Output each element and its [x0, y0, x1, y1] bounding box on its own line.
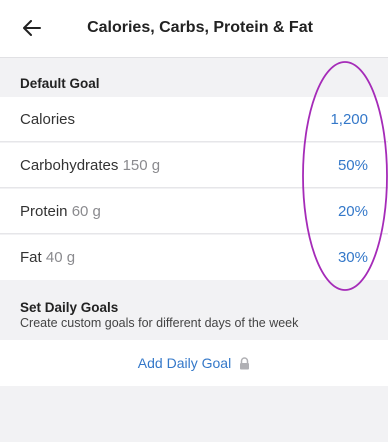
daily-goals-subtitle: Create custom goals for different days o…: [20, 316, 299, 330]
protein-row[interactable]: Protein 60 g 20%: [0, 189, 388, 234]
calories-label: Calories: [20, 110, 76, 128]
fat-amount: 40 g: [45, 249, 76, 266]
add-daily-goal-button[interactable]: Add Daily Goal: [0, 340, 388, 386]
daily-goals-title: Set Daily Goals: [20, 300, 119, 315]
carbohydrates-value: 50%: [337, 156, 368, 174]
calories-value: 1,200: [330, 110, 368, 128]
fat-value: 30%: [337, 249, 368, 266]
protein-amount: 60 g: [71, 202, 101, 220]
daily-goals-section: Set Daily Goals Create custom goals for …: [0, 280, 388, 340]
page-title: Calories, Carbs, Protein & Fat: [87, 19, 313, 36]
protein-value: 20%: [337, 202, 368, 220]
default-goal-title: Default Goal: [20, 76, 100, 91]
protein-label: Protein 60 g: [20, 202, 101, 220]
top-bar: Calories, Carbs, Protein & Fat: [0, 0, 388, 58]
fat-label: Fat 40 g: [20, 249, 76, 266]
carbohydrates-amount: 150 g: [122, 156, 161, 174]
calories-row[interactable]: Calories 1,200: [0, 97, 388, 142]
add-daily-goal-label: Add Daily Goal: [137, 355, 232, 371]
fat-row[interactable]: Fat 40 g 30%: [0, 235, 388, 280]
lock-icon: [239, 356, 250, 370]
carbohydrates-row[interactable]: Carbohydrates 150 g 50%: [0, 143, 388, 188]
carbohydrates-label: Carbohydrates 150 g: [20, 156, 161, 174]
default-goal-section: Default Goal: [0, 58, 388, 96]
